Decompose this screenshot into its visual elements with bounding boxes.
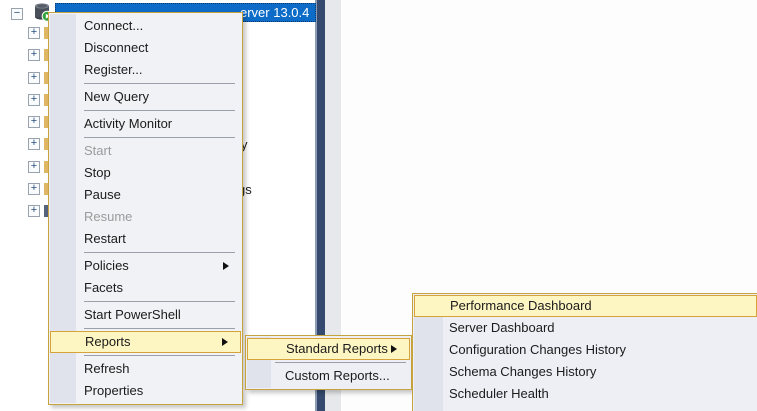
menu-item-activity-monitor[interactable]: Activity Monitor <box>50 113 241 135</box>
menu-item-stop[interactable]: Stop <box>50 162 241 184</box>
menu-item-facets[interactable]: Facets <box>50 277 241 299</box>
submenu-arrow-icon <box>223 262 229 270</box>
server-node-label: erver 13.0.4 <box>240 5 310 20</box>
tree-node-expander[interactable]: + <box>28 205 40 217</box>
menu-item-policies[interactable]: Policies <box>50 255 241 277</box>
menu-item-standard-reports[interactable]: Standard Reports <box>247 338 410 360</box>
menu-item-refresh[interactable]: Refresh <box>50 358 241 380</box>
menu-item-label: Standard Reports <box>286 341 388 356</box>
ssms-object-explorer-screen: − erver 13.0.4 + + + + + + + + + y gs Connect... D… <box>0 0 757 411</box>
menu-item-label: Facets <box>84 280 124 295</box>
menu-item-label: Resume <box>84 209 133 224</box>
tree-node-expander[interactable]: + <box>28 49 40 61</box>
menu-item-label: Configuration Changes History <box>449 342 627 357</box>
reports-submenu: Standard Reports Custom Reports... <box>245 335 412 390</box>
menu-item-performance-dashboard[interactable]: Performance Dashboard <box>414 295 757 317</box>
menu-item-label: Start <box>84 143 112 158</box>
menu-item-configuration-changes-history[interactable]: Configuration Changes History <box>414 339 757 361</box>
server-context-menu: Connect... Disconnect Register... New Query… <box>48 12 243 405</box>
tree-node-expander[interactable]: + <box>28 161 40 173</box>
menu-item-schema-changes-history[interactable]: Schema Changes History <box>414 361 757 383</box>
menu-item-disconnect[interactable]: Disconnect <box>50 37 241 59</box>
menu-item-label: Reports <box>85 334 131 349</box>
menu-item-start-powershell[interactable]: Start PowerShell <box>50 304 241 326</box>
menu-item-start: Start <box>50 140 241 162</box>
menu-item-label: Properties <box>84 383 144 398</box>
menu-item-label: Performance Dashboard <box>450 298 592 313</box>
tree-node-expander[interactable]: + <box>28 138 40 150</box>
menu-item-label: Start PowerShell <box>84 307 181 322</box>
menu-item-reports[interactable]: Reports <box>50 331 241 353</box>
menu-item-label: Register... <box>84 62 143 77</box>
tree-node-expander[interactable]: + <box>28 27 40 39</box>
menu-item-scheduler-health[interactable]: Scheduler Health <box>414 383 757 405</box>
tree-node-expander[interactable]: + <box>28 94 40 106</box>
menu-item-custom-reports[interactable]: Custom Reports... <box>247 365 410 387</box>
menu-item-server-dashboard[interactable]: Server Dashboard <box>414 317 757 339</box>
menu-item-register[interactable]: Register... <box>50 59 241 81</box>
tree-node-expander[interactable]: + <box>28 72 40 84</box>
menu-item-resume: Resume <box>50 206 241 228</box>
tree-node-expander[interactable]: + <box>28 116 40 128</box>
menu-item-label: Activity Monitor <box>84 116 173 131</box>
menu-item-label: Restart <box>84 231 126 246</box>
standard-reports-submenu: Performance Dashboard Server Dashboard Con… <box>412 293 757 411</box>
menu-item-properties[interactable]: Properties <box>50 380 241 402</box>
menu-item-label: Server Dashboard <box>449 320 555 335</box>
menu-item-label: Custom Reports... <box>285 368 390 383</box>
menu-item-label: Stop <box>84 165 111 180</box>
menu-item-restart[interactable]: Restart <box>50 228 241 250</box>
menu-item-label: Schema Changes History <box>449 364 597 379</box>
menu-item-pause[interactable]: Pause <box>50 184 241 206</box>
menu-item-label: Connect... <box>84 18 144 33</box>
menu-item-new-query[interactable]: New Query <box>50 86 241 108</box>
menu-item-label: Policies <box>84 258 129 273</box>
menu-item-connect[interactable]: Connect... <box>50 15 241 37</box>
menu-item-label: Refresh <box>84 361 130 376</box>
submenu-arrow-icon <box>222 338 228 346</box>
menu-item-label: Disconnect <box>84 40 149 55</box>
submenu-arrow-icon <box>391 345 397 353</box>
menu-item-label: Scheduler Health <box>449 386 549 401</box>
menu-item-label: Pause <box>84 187 121 202</box>
tree-node-expander[interactable]: + <box>28 183 40 195</box>
menu-item-label: New Query <box>84 89 150 104</box>
server-node-expander[interactable]: − <box>11 8 23 20</box>
